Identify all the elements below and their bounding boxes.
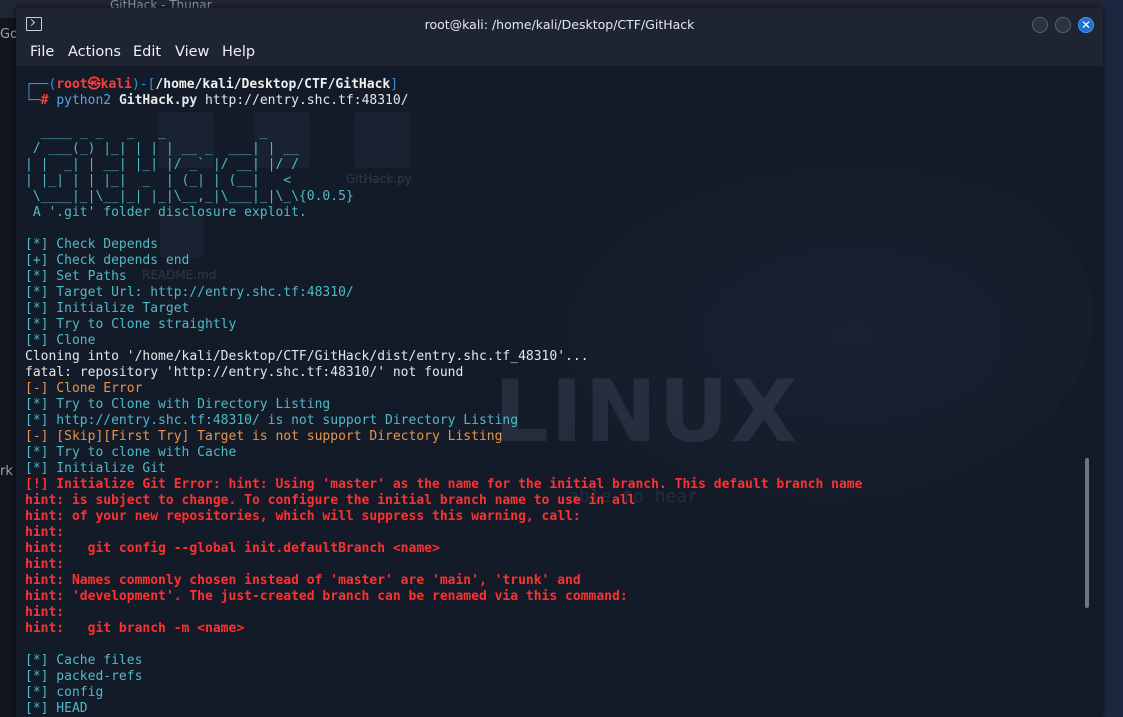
log-line: Cloning into '/home/kali/Desktop/CTF/Git…: [25, 349, 589, 364]
background-right-desktop: [1103, 0, 1123, 717]
terminal-output[interactable]: GitHack.py README.md LINUX able to hear …: [16, 66, 1103, 717]
prompt-path: /home/kali/Desktop/CTF/GitHack: [155, 77, 391, 92]
log-line: [*] Initialize Git: [25, 461, 166, 476]
log-line: [+] Check depends end: [25, 253, 190, 268]
banner-line: \____|_|\__|_| |_|\__,_|\___|_|\_\{0.0.5…: [25, 189, 354, 204]
wallpaper-icon-label: README.md: [142, 268, 217, 282]
minimize-button[interactable]: [1032, 17, 1048, 33]
log-line: [*] Try to clone with Cache: [25, 445, 237, 460]
wallpaper-python-file-icon: [354, 112, 410, 168]
log-line: hint: is subject to change. To configure…: [25, 493, 636, 508]
log-line: [*] Check Depends: [25, 237, 159, 252]
log-line: [*] Cache files: [25, 653, 143, 668]
command-line: └─# python2 GitHack.py http://entry.shc.…: [25, 93, 409, 109]
banner-line: / ___(_) |_| | | | __ _ ___| | __: [25, 141, 299, 156]
banner-tagline: A '.git' folder disclosure exploit.: [25, 205, 307, 220]
terminal-window: root@kali: /home/kali/Desktop/CTF/GitHac…: [16, 8, 1103, 717]
prompt-user: root㉿kali: [56, 77, 132, 92]
log-line: hint: git config --global init.defaultBr…: [25, 541, 440, 556]
log-line: hint:: [25, 605, 65, 620]
wallpaper-linux-text: LINUX: [494, 362, 799, 462]
log-line: hint: 'development'. The just-created br…: [25, 589, 628, 604]
prompt-frame: )-[: [131, 77, 156, 92]
prompt-hash: #: [40, 93, 49, 108]
menu-view[interactable]: View: [175, 44, 209, 60]
command-argument: http://entry.shc.tf:48310/: [205, 93, 409, 108]
menu-edit[interactable]: Edit: [133, 44, 161, 60]
log-line: [-] [Skip][First Try] Target is not supp…: [25, 429, 503, 444]
scrollbar-thumb[interactable]: [1085, 458, 1089, 608]
menu-actions[interactable]: Actions: [68, 44, 121, 60]
close-button[interactable]: ✕: [1078, 17, 1094, 33]
log-line: [*] Target Url: http://entry.shc.tf:4831…: [25, 285, 354, 300]
log-line: [!] Initialize Git Error: hint: Using 'm…: [25, 477, 863, 492]
log-line: hint: git branch -m <name>: [25, 621, 245, 636]
wallpaper-icon-label: GitHack.py: [346, 172, 412, 186]
log-line: [*] packed-refs: [25, 669, 143, 684]
maximize-button[interactable]: [1055, 17, 1071, 33]
menu-help[interactable]: Help: [222, 44, 255, 60]
banner-line: | | _| | __| |_| |/ _` |/ __| |/ /: [25, 157, 299, 172]
command-program: python2: [56, 93, 112, 108]
prompt-frame: ]: [390, 77, 399, 92]
log-line: hint:: [25, 557, 65, 572]
log-line: hint:: [25, 525, 65, 540]
log-line: hint: of your new repositories, which wi…: [25, 509, 581, 524]
background-left-window: Go rk: [0, 18, 18, 717]
prompt-frame: ┌──(: [25, 77, 57, 92]
log-line: [*] config: [25, 685, 104, 700]
log-line: [*] Initialize Target: [25, 301, 190, 316]
command-script: GitHack.py: [118, 93, 198, 108]
log-line: [*] Try to Clone straightly: [25, 317, 237, 332]
banner-line: | |_| | | |_| _ | (_| | (__| <: [25, 173, 292, 188]
window-title: root@kali: /home/kali/Desktop/CTF/GitHac…: [424, 17, 695, 32]
menu-file[interactable]: File: [30, 44, 54, 60]
prompt-line: ┌──(root㉿kali)-[/home/kali/Desktop/CTF/G…: [25, 77, 398, 93]
menu-bar: File Actions Edit View Help: [16, 42, 1103, 66]
banner-line: ____ _ _ _ _ _: [25, 125, 268, 140]
log-line: fatal: repository 'http://entry.shc.tf:4…: [25, 365, 464, 380]
log-line: [*] http://entry.shc.tf:48310/ is not su…: [25, 413, 519, 428]
log-line: [*] Try to Clone with Directory Listing: [25, 397, 331, 412]
log-line: [*] HEAD: [25, 701, 88, 716]
log-line: hint: Names commonly chosen instead of '…: [25, 573, 581, 588]
log-line: [-] Clone Error: [25, 381, 143, 396]
terminal-titlebar[interactable]: root@kali: /home/kali/Desktop/CTF/GitHac…: [16, 8, 1103, 42]
prompt-frame: └─: [25, 93, 41, 108]
log-line: [*] Clone: [25, 333, 96, 348]
background-left-fragment: rk: [0, 464, 13, 479]
log-line: [*] Set Paths: [25, 269, 127, 284]
